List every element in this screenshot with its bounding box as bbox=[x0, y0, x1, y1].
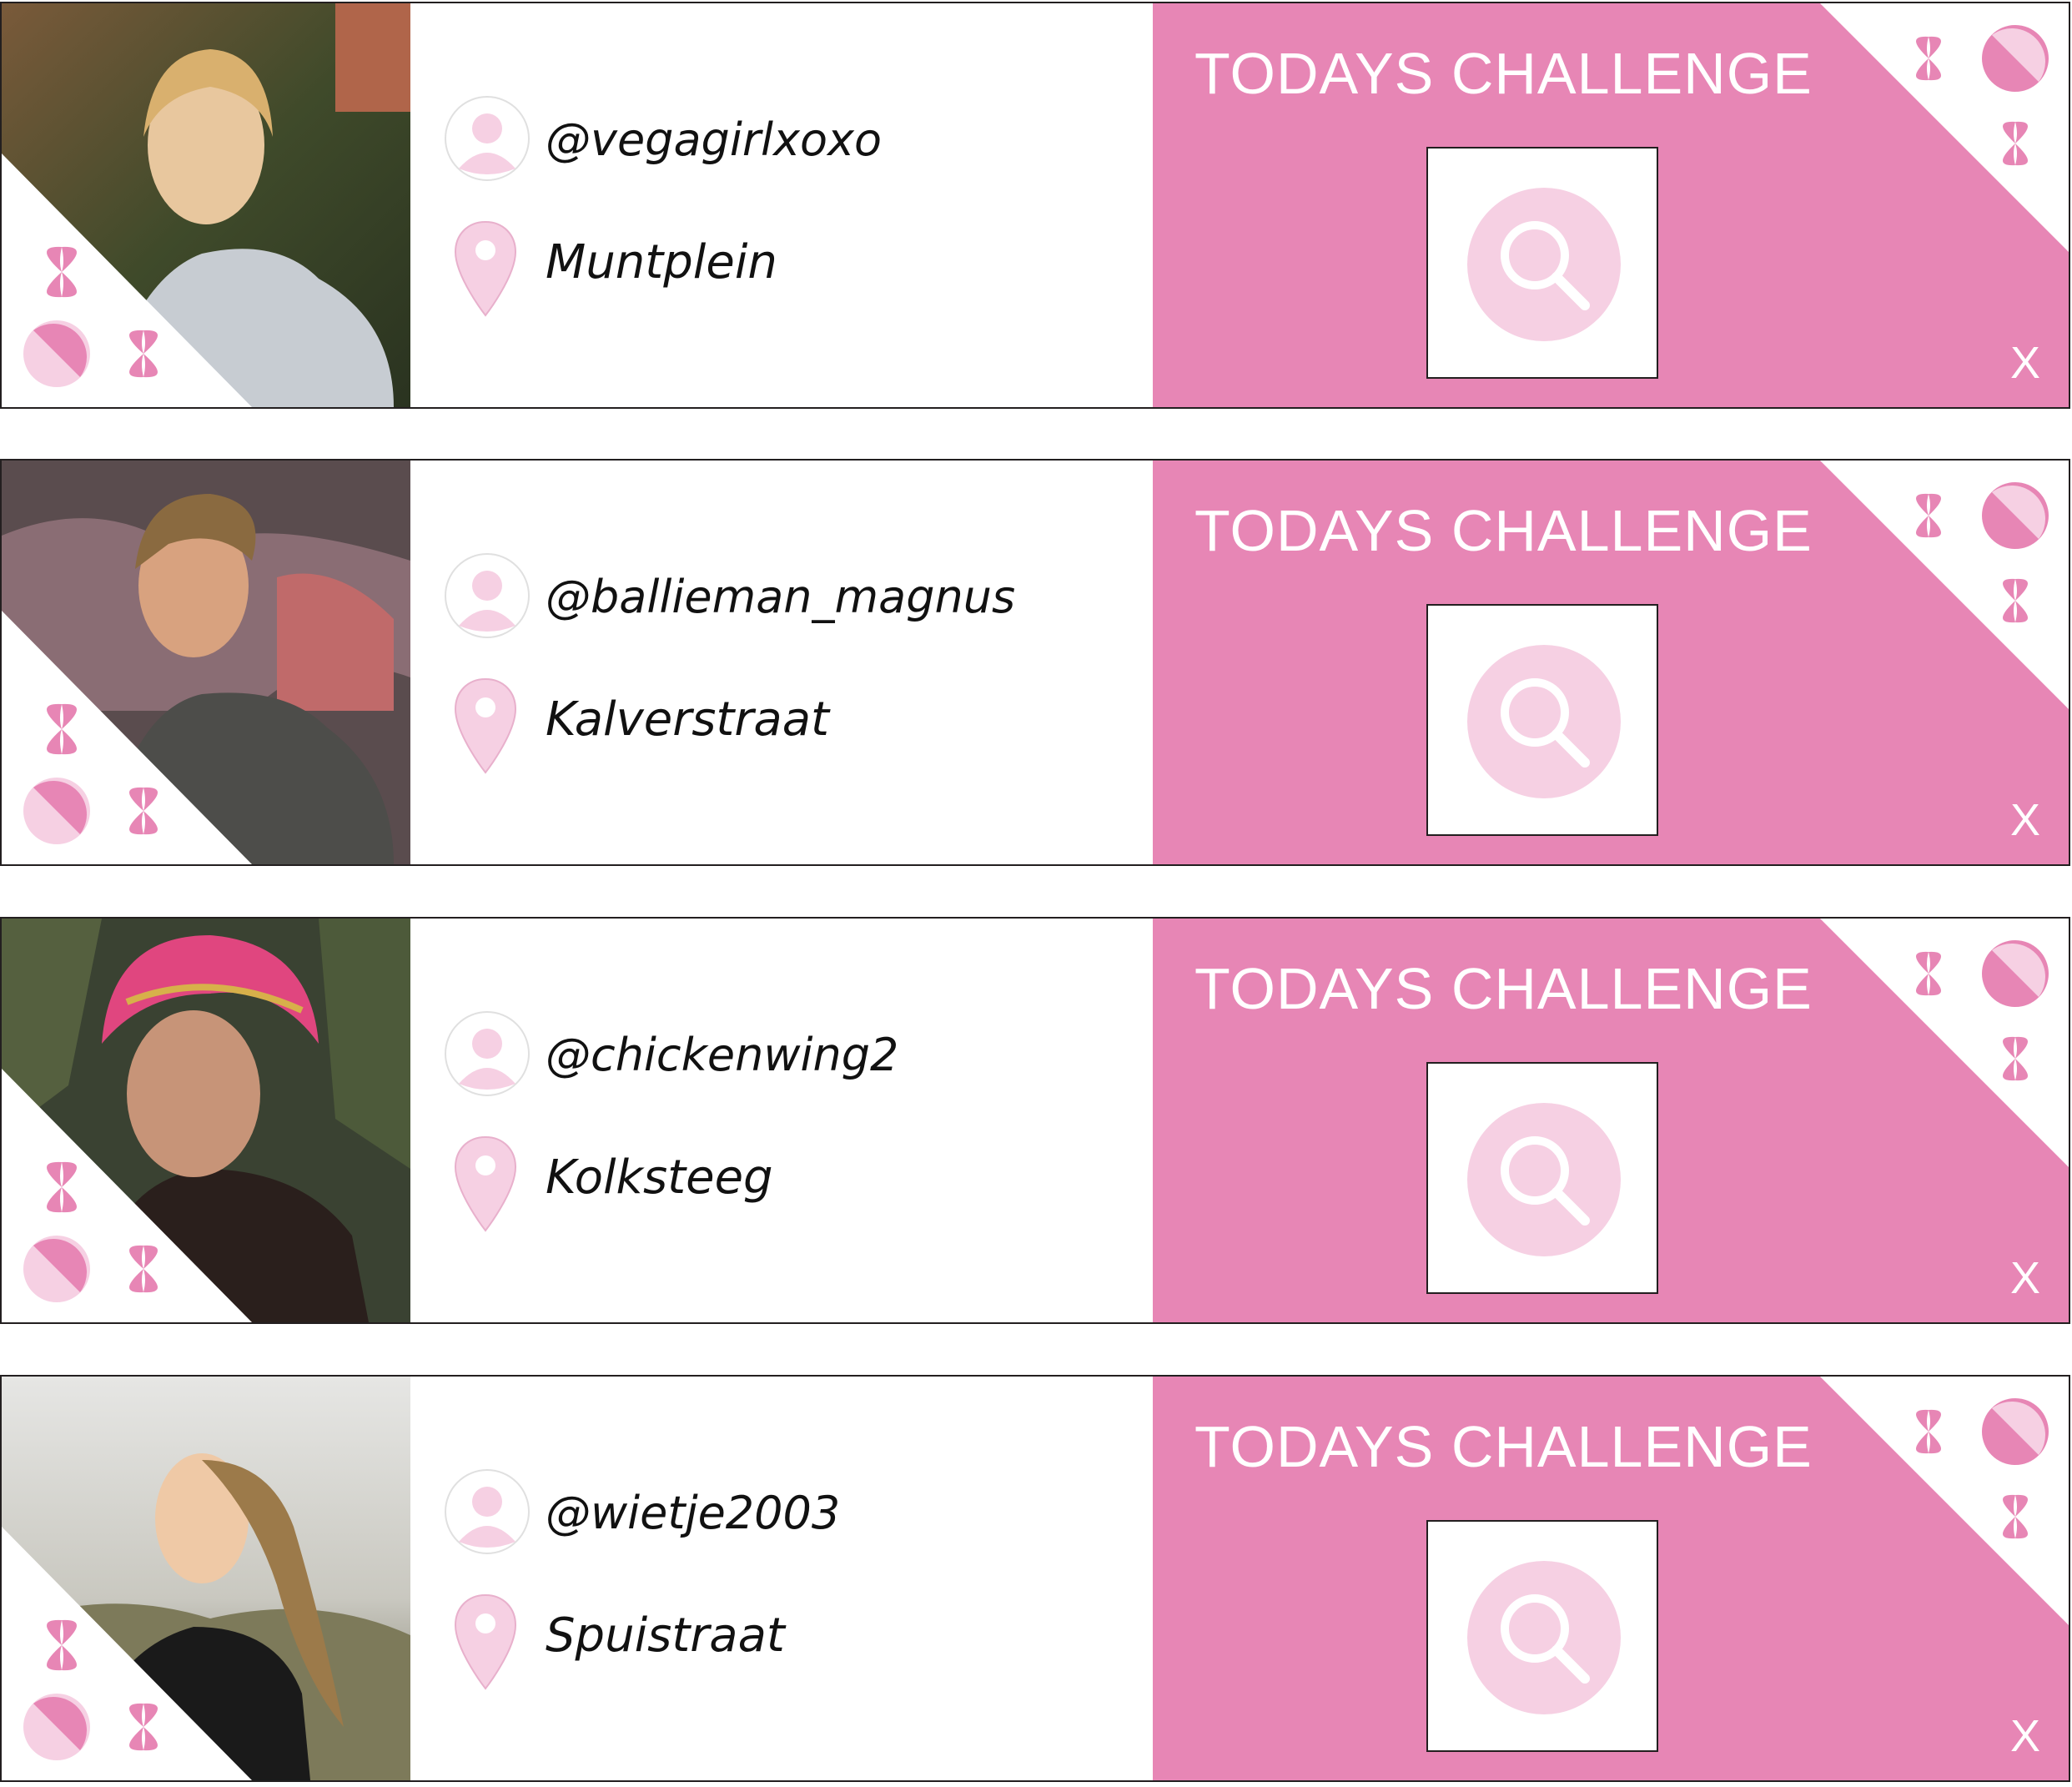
half-circle-icon bbox=[23, 1694, 90, 1760]
close-button[interactable]: X bbox=[2010, 1710, 2040, 1762]
profile-photo bbox=[2, 919, 410, 1322]
location-label[interactable]: Kolksteeg bbox=[546, 1150, 773, 1205]
half-circle-icon bbox=[23, 1236, 90, 1302]
half-circle-icon bbox=[23, 778, 90, 844]
profile-info: @ballieman_magnus Kalverstraat bbox=[410, 461, 1153, 864]
magnifier-icon bbox=[1467, 1103, 1621, 1256]
challenge-panel: TODAYS CHALLENGE X bbox=[1153, 3, 2069, 407]
user-avatar-icon bbox=[445, 96, 530, 181]
challenge-title: TODAYS CHALLENGE bbox=[1194, 1414, 1813, 1479]
profile-photo bbox=[2, 461, 410, 864]
magnifier-icon bbox=[1467, 188, 1621, 341]
username[interactable]: @ballieman_magnus bbox=[546, 571, 1015, 623]
profile-card: @chickenwing2 Kolksteeg TODAYS CHALLENGE bbox=[0, 917, 2070, 1324]
challenge-search-button[interactable] bbox=[1426, 1062, 1658, 1294]
location-label[interactable]: Spuistraat bbox=[546, 1608, 785, 1663]
challenge-title: TODAYS CHALLENGE bbox=[1194, 41, 1813, 106]
half-circle-icon bbox=[1982, 25, 2049, 92]
username[interactable]: @wietje2003 bbox=[546, 1487, 840, 1539]
profile-photo bbox=[2, 1377, 410, 1780]
profile-card: @wietje2003 Spuistraat TODAYS CHALLENGE bbox=[0, 1375, 2070, 1782]
profile-info: @chickenwing2 Kolksteeg bbox=[410, 919, 1153, 1322]
location-label[interactable]: Kalverstraat bbox=[546, 692, 829, 747]
username[interactable]: @vegagirlxoxo bbox=[546, 113, 882, 166]
map-pin-icon bbox=[454, 220, 517, 317]
challenge-panel: TODAYS CHALLENGE X bbox=[1153, 1377, 2069, 1780]
map-pin-icon bbox=[454, 677, 517, 774]
challenge-search-button[interactable] bbox=[1426, 604, 1658, 836]
half-circle-icon bbox=[1982, 482, 2049, 549]
challenge-search-button[interactable] bbox=[1426, 147, 1658, 379]
challenge-title: TODAYS CHALLENGE bbox=[1194, 956, 1813, 1021]
profile-card: @ballieman_magnus Kalverstraat TODAYS CH… bbox=[0, 459, 2070, 866]
user-avatar-icon bbox=[445, 1469, 530, 1554]
username[interactable]: @chickenwing2 bbox=[546, 1029, 898, 1081]
close-button[interactable]: X bbox=[2010, 794, 2040, 846]
user-avatar-icon bbox=[445, 553, 530, 638]
map-pin-icon bbox=[454, 1593, 517, 1690]
profile-info: @wietje2003 Spuistraat bbox=[410, 1377, 1153, 1780]
location-label[interactable]: Muntplein bbox=[546, 235, 777, 289]
challenge-panel: TODAYS CHALLENGE X bbox=[1153, 919, 2069, 1322]
close-button[interactable]: X bbox=[2010, 337, 2040, 389]
magnifier-icon bbox=[1467, 1561, 1621, 1714]
magnifier-icon bbox=[1467, 645, 1621, 798]
profile-photo bbox=[2, 3, 410, 407]
challenge-panel: TODAYS CHALLENGE X bbox=[1153, 461, 2069, 864]
half-circle-icon bbox=[1982, 1398, 2049, 1465]
user-avatar-icon bbox=[445, 1011, 530, 1096]
half-circle-icon bbox=[23, 320, 90, 387]
half-circle-icon bbox=[1982, 940, 2049, 1007]
profile-info: @vegagirlxoxo Muntplein bbox=[410, 3, 1153, 407]
close-button[interactable]: X bbox=[2010, 1252, 2040, 1304]
profile-card: @vegagirlxoxo Muntplein TODAYS CHALLENGE bbox=[0, 2, 2070, 409]
map-pin-icon bbox=[454, 1135, 517, 1232]
challenge-title: TODAYS CHALLENGE bbox=[1194, 498, 1813, 563]
challenge-search-button[interactable] bbox=[1426, 1520, 1658, 1752]
